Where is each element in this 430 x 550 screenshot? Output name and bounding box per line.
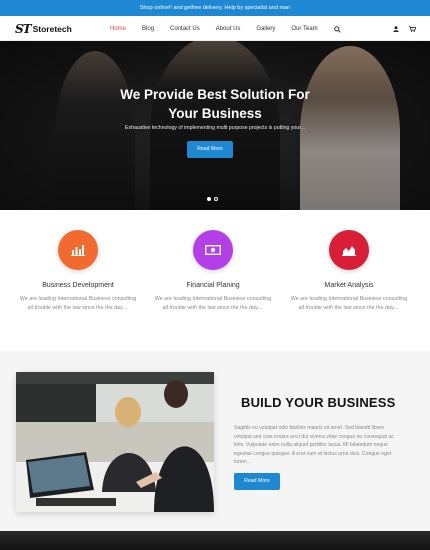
- services-section: Business Development We are leading Inte…: [0, 210, 430, 351]
- nav-item-about[interactable]: About Us: [216, 26, 241, 32]
- hero-title-line2: Your Business: [168, 106, 262, 121]
- slider-dots: [207, 197, 218, 201]
- service-title: Market Analysis: [324, 282, 374, 289]
- logo-text: Storetech: [32, 23, 72, 34]
- site-header: ST Storetech Home Blog Contact Us About …: [0, 16, 430, 41]
- cart-icon[interactable]: [409, 25, 416, 32]
- search-icon[interactable]: [333, 20, 341, 38]
- nav-item-gallery[interactable]: Gallery: [256, 26, 275, 32]
- hero-subtitle: Exhaustive technology of implementing mu…: [125, 125, 305, 131]
- nav-item-team[interactable]: Our Team: [291, 26, 317, 32]
- brand-logo[interactable]: ST Storetech: [15, 21, 72, 36]
- service-card-market: Market Analysis We are leading Internati…: [284, 230, 414, 313]
- slider-dot-1[interactable]: [207, 197, 211, 201]
- service-title: Financial Planing: [186, 282, 240, 289]
- hero-title-line1: We Provide Best Solution For: [120, 87, 310, 102]
- logo-mark: ST: [15, 21, 32, 36]
- hero-banner: We Provide Best Solution For Your Busine…: [0, 41, 430, 210]
- money-icon[interactable]: [193, 230, 233, 270]
- hero-title: We Provide Best Solution For Your Busine…: [0, 85, 430, 123]
- nav-item-blog[interactable]: Blog: [142, 26, 154, 32]
- about-title: BUILD YOUR BUSINESS: [241, 395, 396, 410]
- next-section-strip: [0, 531, 430, 550]
- service-text: We are leading International Business co…: [154, 296, 272, 311]
- slider-dot-2[interactable]: [214, 197, 218, 201]
- service-title: Business Development: [42, 282, 114, 289]
- service-card-business: Business Development We are leading Inte…: [13, 230, 143, 313]
- service-text: We are leading International Business co…: [19, 296, 137, 311]
- header-icons: [393, 16, 416, 41]
- about-text: Sagittis eu volutpat odio facilisis maur…: [234, 425, 394, 465]
- announcement-bar: Shop online!! and getfree delivery. Help…: [0, 0, 430, 16]
- about-read-more-button[interactable]: Read More: [234, 473, 280, 490]
- announcement-text: Shop online!! and getfree delivery. Help…: [139, 5, 291, 11]
- nav-item-contact[interactable]: Contact Us: [170, 26, 200, 32]
- about-section: BUILD YOUR BUSINESS Sagittis eu volutpat…: [0, 351, 430, 531]
- user-icon[interactable]: [393, 25, 399, 32]
- service-card-financial: Financial Planing We are leading Interna…: [148, 230, 278, 313]
- main-nav: Home Blog Contact Us About Us Gallery Ou…: [110, 16, 341, 41]
- nav-item-home[interactable]: Home: [110, 26, 126, 32]
- bar-chart-icon[interactable]: [58, 230, 98, 270]
- service-text: We are leading International Business co…: [290, 296, 408, 311]
- hero-read-more-button[interactable]: Read More: [187, 141, 233, 158]
- office-photo: [16, 372, 214, 512]
- area-chart-icon[interactable]: [329, 230, 369, 270]
